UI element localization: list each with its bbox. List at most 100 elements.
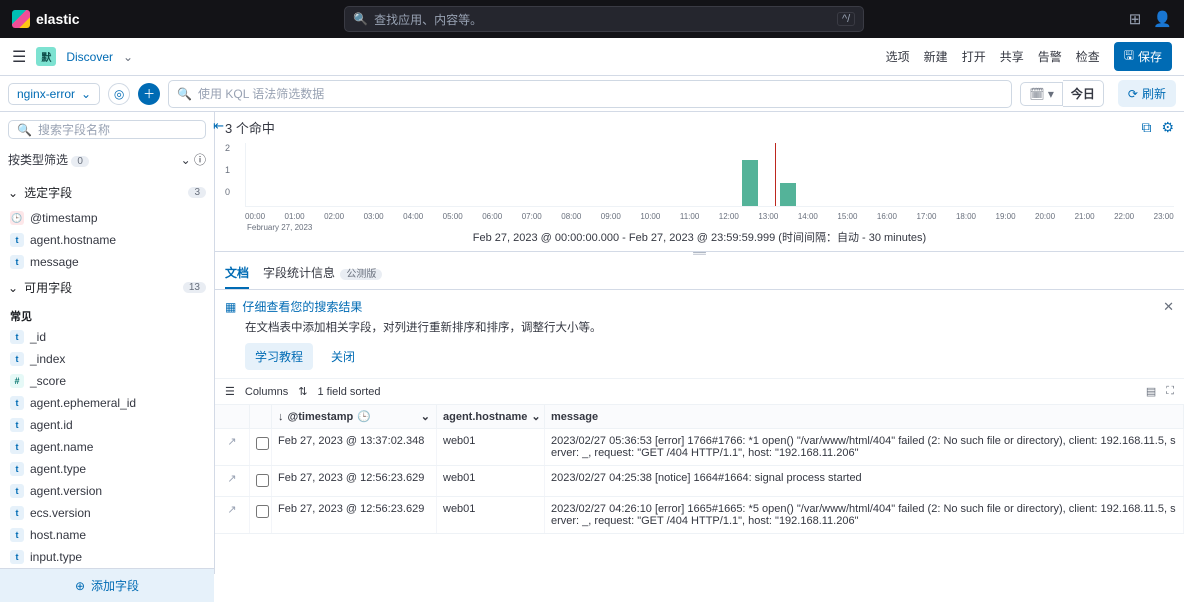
search-icon: 🔍 — [177, 87, 192, 101]
sort-label[interactable]: 1 field sorted — [318, 386, 381, 398]
field-item[interactable]: tmessage — [0, 251, 214, 273]
selected-fields-header[interactable]: ⌄ 选定字段 3 — [0, 178, 214, 207]
learn-button[interactable]: 学习教程 — [245, 343, 313, 370]
date-picker[interactable]: 🗓 ▾ 今日 — [1020, 80, 1104, 107]
logo-icon — [12, 10, 30, 28]
calendar-icon[interactable]: 🗓 ▾ — [1020, 82, 1063, 106]
save-button[interactable]: 🖫 保存 — [1114, 42, 1172, 71]
field-type-icon: t — [10, 440, 24, 454]
global-search-placeholder: 查找应用、内容等。 — [374, 11, 482, 28]
date-quick[interactable]: 今日 — [1063, 80, 1104, 107]
field-type-icon: t — [10, 528, 24, 542]
cell-timestamp: Feb 27, 2023 @ 12:56:23.629 — [272, 497, 437, 533]
resize-handle[interactable]: ══ — [215, 248, 1184, 258]
columns-icon[interactable]: ☰ — [225, 385, 235, 398]
brand-logo[interactable]: elastic — [12, 10, 80, 28]
add-field-button[interactable]: ⊕ 添加字段 — [0, 568, 214, 602]
hit-count: 3 个命中 — [225, 118, 275, 137]
space-badge[interactable]: 默 — [36, 47, 56, 66]
row-checkbox[interactable] — [250, 466, 272, 496]
global-nav: elastic 🔍 查找应用、内容等。 ^/ ⊞ 👤 — [0, 0, 1184, 38]
menu-icon[interactable]: ☰ — [12, 47, 26, 67]
selected-fields-list: 🕒@timestamptagent.hostnametmessage — [0, 207, 214, 273]
close-icon[interactable]: ✕ — [1163, 299, 1174, 315]
th-timestamp[interactable]: ↓ @timestamp 🕒 ⌄ — [272, 405, 437, 428]
chevron-down-icon: ⌄ — [8, 281, 18, 295]
nav-new[interactable]: 新建 — [924, 48, 948, 65]
field-item[interactable]: t_index — [0, 348, 214, 370]
now-line — [775, 143, 776, 206]
field-item[interactable]: tagent.version — [0, 480, 214, 502]
available-fields-count: 13 — [183, 282, 206, 293]
fullscreen-icon[interactable]: ⛶ — [1166, 385, 1174, 398]
tab-field-stats[interactable]: 字段统计信息 公测版 — [263, 264, 382, 289]
th-message[interactable]: message — [545, 405, 1184, 428]
newsfeed-icon[interactable]: ⊞ — [1129, 10, 1142, 28]
dismiss-button[interactable]: 关闭 — [331, 348, 355, 365]
histogram-chart[interactable]: 210 00:0001:0002:0003:0004:0005:0006:000… — [225, 143, 1174, 221]
nav-inspect[interactable]: 检查 — [1076, 48, 1100, 65]
collapse-sidebar-icon[interactable]: ⇤ — [213, 118, 224, 134]
field-item[interactable]: tagent.id — [0, 414, 214, 436]
nav-alerts[interactable]: 告警 — [1038, 48, 1062, 65]
field-type-icon: t — [10, 418, 24, 432]
dataview-selector[interactable]: nginx-error ⌄ — [8, 83, 100, 105]
field-search-input[interactable]: 🔍 搜索字段名称 — [8, 120, 206, 139]
field-item[interactable]: 🕒@timestamp — [0, 207, 214, 229]
add-filter-button[interactable]: ＋ — [138, 83, 160, 105]
field-item[interactable]: #_score — [0, 370, 214, 392]
field-type-icon: t — [10, 330, 24, 344]
tab-documents[interactable]: 文档 — [225, 264, 249, 289]
expand-icon[interactable]: ↗ — [215, 466, 250, 496]
kql-placeholder: 使用 KQL 语法筛选数据 — [198, 85, 324, 102]
table-row[interactable]: ↗Feb 27, 2023 @ 12:56:23.629web012023/02… — [215, 466, 1184, 497]
global-search[interactable]: 🔍 查找应用、内容等。 ^/ — [344, 6, 864, 32]
columns-label[interactable]: Columns — [245, 386, 288, 398]
field-item[interactable]: t_id — [0, 326, 214, 348]
expand-icon[interactable]: ↗ — [215, 429, 250, 465]
table-body: ↗ Feb 27, 2023 @ 13:37:02.348web012023/02… — [215, 429, 1184, 534]
type-filter[interactable]: 按类型筛选 0 ⌄ ⓘ — [8, 147, 206, 172]
top-right-icons: ⊞ 👤 — [1129, 10, 1172, 28]
query-options-button[interactable]: ◎ — [108, 83, 130, 105]
search-icon: 🔍 — [353, 12, 368, 26]
chevron-down-icon[interactable]: ⌄ — [123, 50, 133, 64]
kql-input[interactable]: 🔍 使用 KQL 语法筛选数据 — [168, 80, 1012, 108]
field-name: input.type — [30, 550, 82, 564]
density-icon[interactable]: ▤ — [1146, 385, 1156, 398]
cell-hostname: web01 — [437, 497, 545, 533]
table-row[interactable]: ↗Feb 27, 2023 @ 12:56:23.629web012023/02… — [215, 497, 1184, 534]
row-checkbox[interactable] — [250, 497, 272, 533]
available-fields-list: t_idt_index#_scoretagent.ephemeral_idtag… — [0, 326, 214, 568]
app-subnav: ☰ 默 Discover ⌄ 选项 新建 打开 共享 告警 检查 🖫 保存 — [0, 38, 1184, 76]
field-item[interactable]: tagent.ephemeral_id — [0, 392, 214, 414]
selected-fields-count: 3 — [188, 187, 206, 198]
th-hostname[interactable]: agent.hostname⌄ — [437, 405, 545, 428]
field-item[interactable]: tagent.hostname — [0, 229, 214, 251]
field-item[interactable]: tagent.type — [0, 458, 214, 480]
cell-timestamp: Feb 27, 2023 @ 13:37:02.348 — [272, 429, 437, 465]
chart-options-icon[interactable]: ⧉ — [1141, 119, 1151, 136]
refresh-button[interactable]: ⟳ 刷新 — [1118, 80, 1176, 107]
table-row[interactable]: ↗Feb 27, 2023 @ 13:37:02.348web012023/02… — [215, 429, 1184, 466]
tip-title: 仔细查看您的搜索结果 — [242, 298, 362, 315]
th-expand — [215, 405, 250, 428]
field-name: agent.hostname — [30, 233, 116, 247]
field-item[interactable]: tinput.type — [0, 546, 214, 568]
field-item[interactable]: tecs.version — [0, 502, 214, 524]
available-fields-header[interactable]: ⌄ 可用字段 13 — [0, 273, 214, 302]
cell-hostname: web01 — [437, 466, 545, 496]
nav-open[interactable]: 打开 — [962, 48, 986, 65]
cell-message: 2023/02/27 05:36:53 [error] 1766#1766: *… — [545, 429, 1184, 465]
nav-share[interactable]: 共享 — [1000, 48, 1024, 65]
dataview-name: nginx-error — [17, 87, 75, 101]
field-item[interactable]: thost.name — [0, 524, 214, 546]
row-checkbox[interactable] — [250, 429, 272, 465]
user-avatar-icon[interactable]: 👤 — [1153, 10, 1172, 28]
app-link-discover[interactable]: Discover — [66, 50, 113, 64]
gear-icon[interactable]: ⚙ — [1161, 119, 1174, 136]
nav-options[interactable]: 选项 — [886, 48, 910, 65]
sort-icon[interactable]: ⇅ — [298, 385, 307, 398]
expand-icon[interactable]: ↗ — [215, 497, 250, 533]
field-item[interactable]: tagent.name — [0, 436, 214, 458]
